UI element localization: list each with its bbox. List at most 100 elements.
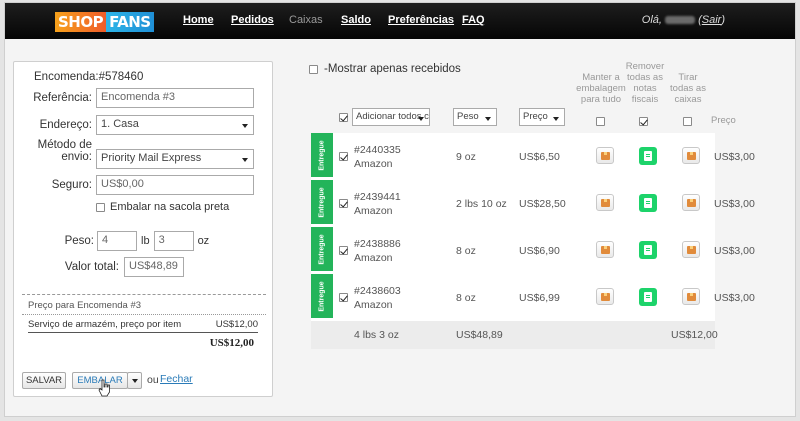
item-checkbox[interactable] xyxy=(339,246,348,255)
nav-saldo[interactable]: Saldo xyxy=(341,14,371,26)
total-weight: 4 lbs 3 oz xyxy=(354,329,399,341)
select-all-checkbox[interactable] xyxy=(339,113,348,122)
status-label: Entregue xyxy=(318,233,326,265)
app-frame: SHOP FANS Home Pedidos Caixas Saldo Pref… xyxy=(4,2,796,417)
oz-unit: oz xyxy=(197,235,210,247)
logout-link[interactable]: Sair xyxy=(702,14,722,26)
box-icon xyxy=(600,245,610,254)
item-store: Amazon xyxy=(354,299,393,311)
total-value-input[interactable]: US$48,89 xyxy=(124,257,184,277)
close-link[interactable]: Fechar xyxy=(160,373,193,385)
status-badge: Entregue xyxy=(311,133,333,177)
item-checkbox[interactable] xyxy=(339,152,348,161)
divider xyxy=(22,314,266,315)
item-checkbox[interactable] xyxy=(339,199,348,208)
weight-lb-input[interactable]: 4 xyxy=(97,231,137,251)
item-value: US$6,90 xyxy=(519,245,560,257)
shipping-method-label-line2: envio: xyxy=(61,151,92,163)
document-icon xyxy=(644,292,652,302)
address-select[interactable]: 1. Casa xyxy=(96,115,254,135)
remove-invoices-button[interactable] xyxy=(639,147,657,165)
status-badge: Entregue xyxy=(311,180,333,224)
order-label: Encomenda: xyxy=(34,71,99,83)
lb-unit: lb xyxy=(141,235,150,247)
table-footer: 4 lbs 3 oz US$48,89 US$12,00 xyxy=(311,321,718,349)
box-icon xyxy=(686,245,696,254)
keep-packaging-button[interactable] xyxy=(596,288,614,305)
service-label: Serviço de armazém, preço por item xyxy=(28,319,182,330)
item-value: US$6,99 xyxy=(519,292,560,304)
take-boxes-all-checkbox[interactable] xyxy=(683,117,692,126)
remove-invoices-button[interactable] xyxy=(639,194,657,212)
take-boxes-header-line3: caixas xyxy=(674,94,702,105)
shipment-form-panel: Encomenda: #578460 Referência: Encomenda… xyxy=(13,61,273,397)
weight-sort-select[interactable]: Peso xyxy=(453,108,497,126)
black-bag-label: Embalar na sacola preta xyxy=(110,201,230,213)
nav-caixas[interactable]: Caixas xyxy=(289,14,323,26)
chevron-down-icon xyxy=(131,379,138,383)
order-number: #578460 xyxy=(98,71,144,83)
keep-packaging-button[interactable] xyxy=(596,241,614,258)
document-icon xyxy=(644,198,652,208)
take-boxes-header: Tirar todas as caixas xyxy=(660,72,716,105)
save-button[interactable]: SALVAR xyxy=(22,372,66,389)
remove-invoices-button[interactable] xyxy=(639,241,657,259)
shipping-method-label-line1: Método de xyxy=(37,139,92,151)
or-text: ou xyxy=(147,374,159,386)
show-received-checkbox[interactable] xyxy=(309,64,318,74)
item-value: US$28,50 xyxy=(519,198,566,210)
keep-packaging-button[interactable] xyxy=(596,147,614,164)
box-icon xyxy=(686,292,696,301)
add-all-select[interactable]: Adicionar todos c xyxy=(352,108,430,126)
document-icon xyxy=(644,151,652,161)
item-value: US$6,50 xyxy=(519,151,560,163)
reference-label: Referência: xyxy=(33,92,92,104)
received-filter: -Mostrar apenas recebidos xyxy=(309,63,461,75)
nav-pedidos[interactable]: Pedidos xyxy=(231,14,274,26)
service-price: US$12,00 xyxy=(215,319,258,330)
address-label: Endereço: xyxy=(39,119,92,131)
black-bag-checkbox[interactable] xyxy=(96,202,105,212)
shopfans-logo[interactable]: SHOP FANS xyxy=(55,12,154,32)
pack-dropdown-button[interactable] xyxy=(127,372,142,389)
item-id: #2440335 xyxy=(354,144,401,156)
packages-table: Entregue #2440335 Amazon 9 oz US$6,50 US… xyxy=(311,133,755,349)
box-icon xyxy=(600,151,610,160)
nav-preferencias[interactable]: Preferências xyxy=(388,14,454,26)
price-column-header: Preço xyxy=(711,115,736,126)
remove-invoices-all-checkbox[interactable] xyxy=(639,117,648,126)
weight-oz-input[interactable]: 3 xyxy=(153,231,194,251)
item-weight: 2 lbs 10 oz xyxy=(456,198,507,210)
remove-invoices-header-line1: Remover xyxy=(625,61,665,72)
total-fees: US$12,00 xyxy=(671,329,718,341)
status-badge: Entregue xyxy=(311,227,333,271)
box-icon xyxy=(686,151,696,160)
price-sort-select[interactable]: Preço xyxy=(519,108,565,126)
insurance-label: Seguro: xyxy=(51,179,92,191)
item-store: Amazon xyxy=(354,158,393,170)
shipping-method-select[interactable]: Priority Mail Express xyxy=(96,149,254,169)
status-label: Entregue xyxy=(318,280,326,312)
take-boxes-button[interactable] xyxy=(682,288,700,305)
nav-home[interactable]: Home xyxy=(183,14,214,26)
box-icon xyxy=(686,198,696,207)
box-icon xyxy=(600,292,610,301)
item-id: #2438603 xyxy=(354,285,401,297)
item-id: #2439441 xyxy=(354,191,401,203)
take-boxes-button[interactable] xyxy=(682,241,700,258)
reference-input[interactable]: Encomenda #3 xyxy=(96,88,254,108)
keep-packaging-button[interactable] xyxy=(596,194,614,211)
item-checkbox[interactable] xyxy=(339,293,348,302)
nav-faq[interactable]: FAQ xyxy=(462,14,485,26)
total-value: US$48,89 xyxy=(456,329,503,341)
keep-packaging-all-checkbox[interactable] xyxy=(596,117,605,126)
sum-line xyxy=(28,332,258,333)
take-boxes-button[interactable] xyxy=(682,147,700,164)
take-boxes-header-line1: Tirar xyxy=(678,72,698,83)
remove-invoices-button[interactable] xyxy=(639,288,657,306)
item-id: #2438886 xyxy=(354,238,401,250)
take-boxes-button[interactable] xyxy=(682,194,700,211)
hand-cursor-icon xyxy=(98,379,110,397)
insurance-input[interactable]: US$0,00 xyxy=(96,175,254,195)
item-fee: US$3,00 xyxy=(714,292,755,304)
